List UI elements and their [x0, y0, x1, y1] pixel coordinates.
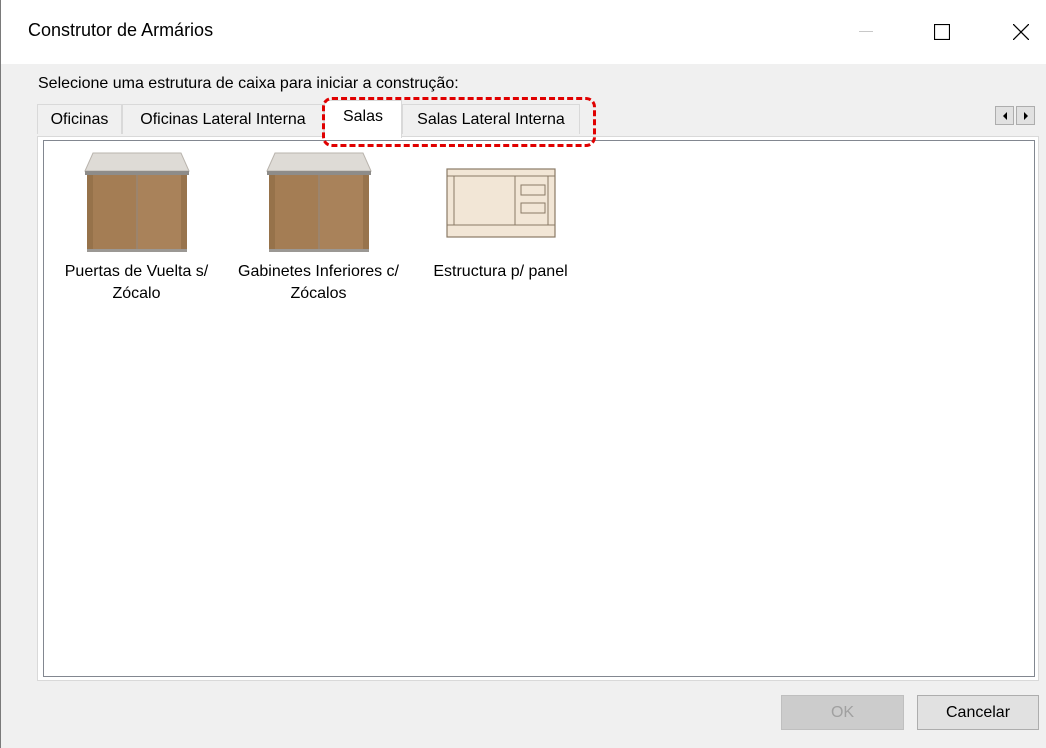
item-label: Estructura p/ panel — [433, 263, 568, 280]
tab-scroll-right-button[interactable] — [1016, 106, 1035, 125]
list-item[interactable]: Estructura p/ panel — [413, 151, 588, 283]
maximize-icon — [934, 24, 950, 40]
arrow-right-icon — [1023, 111, 1028, 120]
minimize-icon — [859, 31, 873, 32]
item-label: Gabinetes Inferiores c/ Zócalos — [238, 263, 399, 302]
tab-scroll-left-button[interactable] — [995, 106, 1014, 125]
close-button[interactable] — [986, 0, 1046, 64]
structure-list[interactable]: Puertas de Vuelta s/ Zócalo Gabinetes In… — [43, 140, 1035, 677]
tab-oficinas-lateral-interna[interactable]: Oficinas Lateral Interna — [122, 104, 324, 134]
close-icon — [1013, 24, 1029, 40]
item-label: Puertas de Vuelta s/ Zócalo — [64, 263, 209, 302]
cabinet-two-doors-icon — [83, 152, 190, 252]
window-title: Construtor de Armários — [28, 20, 214, 40]
annotation-highlight-box — [322, 97, 596, 147]
list-item[interactable]: Gabinetes Inferiores c/ Zócalos — [231, 151, 406, 305]
panel-structure-icon — [445, 168, 556, 238]
list-item[interactable]: Puertas de Vuelta s/ Zócalo — [49, 151, 224, 305]
cancel-button[interactable]: Cancelar — [917, 695, 1039, 730]
tab-oficinas[interactable]: Oficinas — [37, 104, 122, 134]
arrow-left-icon — [1002, 111, 1007, 120]
cabinet-two-doors-icon — [265, 152, 372, 252]
ok-button[interactable]: OK — [781, 695, 904, 730]
maximize-button[interactable] — [907, 0, 977, 64]
instruction-text: Selecione uma estrutura de caixa para in… — [38, 75, 459, 92]
cabinet-builder-dialog: Construtor de Armários Selecione uma est… — [0, 0, 1046, 748]
title-bar[interactable]: Construtor de Armários — [1, 0, 1046, 64]
minimize-button — [831, 0, 901, 64]
tab-page-salas: Puertas de Vuelta s/ Zócalo Gabinetes In… — [37, 136, 1039, 681]
